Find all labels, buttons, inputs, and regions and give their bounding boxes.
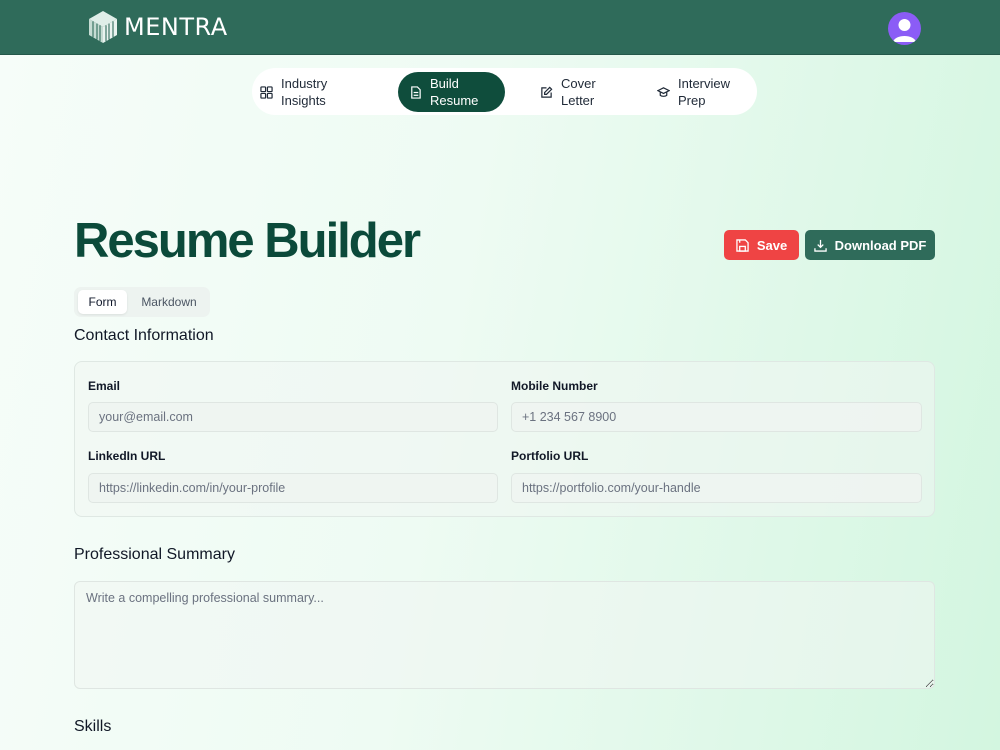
brand-name: MENTRA — [124, 13, 228, 41]
main-nav: Industry Insights Build Resume Cover Let… — [252, 68, 757, 115]
portfolio-label: Portfolio URL — [511, 449, 589, 463]
contact-card: Email Mobile Number LinkedIn URL Portfol… — [74, 361, 935, 517]
email-label: Email — [88, 379, 121, 393]
save-button-label: Save — [756, 237, 788, 253]
nav-item-label: Interview Prep — [678, 76, 731, 108]
mobile-field[interactable] — [511, 402, 922, 432]
nav-item-label: Industry Insights — [281, 76, 328, 108]
nav-item-industry-insights[interactable]: Industry Insights — [259, 72, 379, 112]
portfolio-field[interactable] — [511, 473, 922, 503]
mode-tabs: Form Markdown — [74, 287, 210, 317]
graduation-cap-icon — [656, 85, 670, 99]
contact-section-title: Contact Information — [74, 327, 214, 344]
nav-item-label: Cover Letter — [561, 76, 596, 108]
download-icon — [813, 239, 827, 252]
page-title: Resume Builder — [74, 214, 421, 268]
nav-item-interview-prep[interactable]: Interview Prep — [656, 72, 756, 112]
user-avatar-icon — [893, 19, 916, 42]
mobile-label: Mobile Number — [511, 379, 598, 393]
tab-form[interactable]: Form — [78, 290, 127, 314]
nav-item-build-resume[interactable]: Build Resume — [398, 72, 505, 112]
pen-square-icon — [539, 85, 553, 99]
download-pdf-button[interactable]: Download PDF — [805, 230, 935, 260]
dashboard-icon — [259, 85, 273, 99]
summary-section-title: Professional Summary — [74, 546, 235, 563]
tab-markdown[interactable]: Markdown — [130, 290, 208, 314]
document-icon — [408, 85, 422, 99]
brand-logo[interactable]: MENTRA — [88, 10, 228, 44]
skills-section-title: Skills — [74, 718, 112, 735]
nav-item-label: Build Resume — [430, 76, 479, 108]
linkedin-label: LinkedIn URL — [88, 449, 166, 463]
nav-item-cover-letter[interactable]: Cover Letter — [539, 72, 639, 112]
top-bar: MENTRA — [0, 0, 1000, 55]
download-button-label: Download PDF — [834, 237, 927, 253]
summary-textarea[interactable] — [74, 581, 935, 689]
user-avatar[interactable] — [888, 12, 921, 45]
email-field[interactable] — [88, 402, 498, 432]
linkedin-field[interactable] — [88, 473, 498, 503]
cube-logo-icon — [89, 11, 117, 43]
save-icon — [736, 238, 749, 252]
save-button[interactable]: Save — [724, 230, 799, 260]
